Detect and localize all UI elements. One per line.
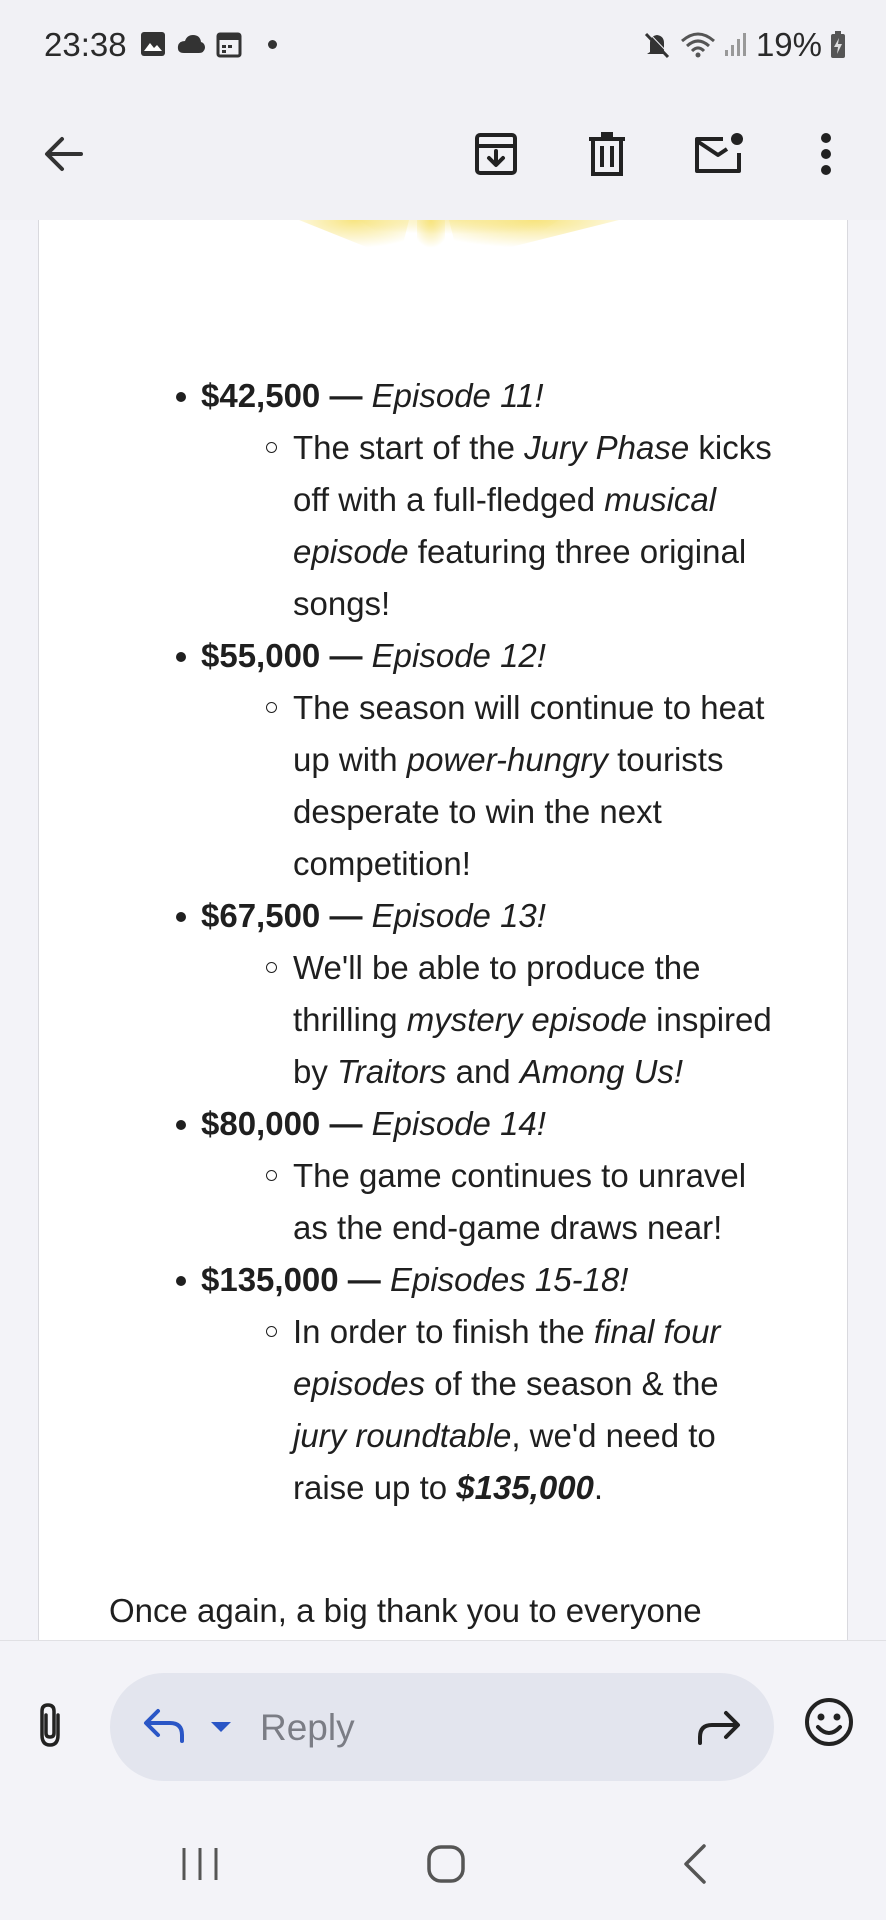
image-icon [141,32,165,56]
goal-detail: The season will continue to heat up with… [39,682,847,890]
goal-episode: Episode 13! [371,897,546,934]
cloud-icon [177,35,205,53]
closing-paragraph: Once again, a big thank you to everyone [109,1592,702,1629]
mark-unread-button[interactable] [685,120,753,188]
email-toolbar [0,92,886,220]
list-item: $42,500 — Episode 11! The start of the J… [39,370,847,630]
back-button[interactable] [30,120,98,188]
goal-detail: We'll be able to produce the thrilling m… [39,942,847,1098]
attachment-icon [40,1703,60,1747]
reply-icon [144,1709,184,1743]
trash-icon [589,132,625,176]
home-icon[interactable] [426,1844,466,1884]
goal-amount: $55,000 [201,637,321,674]
goal-amount: $135,000 [201,1261,339,1298]
forward-icon[interactable] [696,1707,742,1747]
emoji-button[interactable] [804,1697,854,1752]
reply-placeholder[interactable]: Reply [260,1707,355,1749]
goal-episode: Episodes 15-18! [389,1261,629,1298]
list-item: $80,000 — Episode 14! The game continues… [39,1098,847,1254]
goal-episode: Episode 14! [371,1105,546,1142]
back-nav-icon[interactable] [682,1844,708,1884]
goal-detail: In order to finish the final four episod… [39,1306,847,1514]
system-icons: 19% [642,26,846,64]
attach-button[interactable] [32,1701,68,1754]
notification-icons [140,30,277,58]
system-nav-bar [0,1810,886,1920]
mark-unread-icon [695,133,743,173]
goal-amount: $67,500 [201,897,321,934]
battery-charging-icon [831,31,845,58]
goal-amount: $80,000 [201,1105,321,1142]
emoji-icon [805,1698,853,1746]
email-body: $42,500 — Episode 11! The start of the J… [38,220,848,1640]
list-item: $55,000 — Episode 12! The season will co… [39,630,847,890]
recent-apps-icon[interactable] [180,1846,220,1882]
status-bar: 23:38 19% [0,0,886,92]
arrow-back-icon [45,137,83,171]
status-time: 23:38 [44,26,127,63]
archive-button[interactable] [462,120,530,188]
sun-graphic [299,220,619,260]
reply-options-caret-icon[interactable] [210,1721,232,1733]
reply-bar: Reply [0,1640,886,1811]
calendar-icon [216,32,242,58]
delete-button[interactable] [573,120,641,188]
goal-detail: The start of the Jury Phase kicks off wi… [39,422,847,630]
mute-icon [644,31,671,59]
archive-icon [475,133,517,175]
reply-pill[interactable]: Reply [110,1673,774,1781]
more-vert-icon [821,133,831,175]
list-item: $135,000 — Episodes 15-18! In order to f… [39,1254,847,1514]
more-options-button[interactable] [792,120,860,188]
funding-goals-list: $42,500 — Episode 11! The start of the J… [39,370,847,1514]
goal-episode: Episode 11! [371,377,544,414]
goal-amount: $42,500 [201,377,321,414]
more-notifications-dot [268,39,277,49]
signal-icon [724,33,746,56]
goal-episode: Episode 12! [371,637,546,674]
list-item: $67,500 — Episode 13! We'll be able to p… [39,890,847,1098]
battery-percent: 19% [755,26,822,63]
wifi-icon [680,32,715,58]
goal-detail: The game continues to unravel as the end… [39,1150,847,1254]
